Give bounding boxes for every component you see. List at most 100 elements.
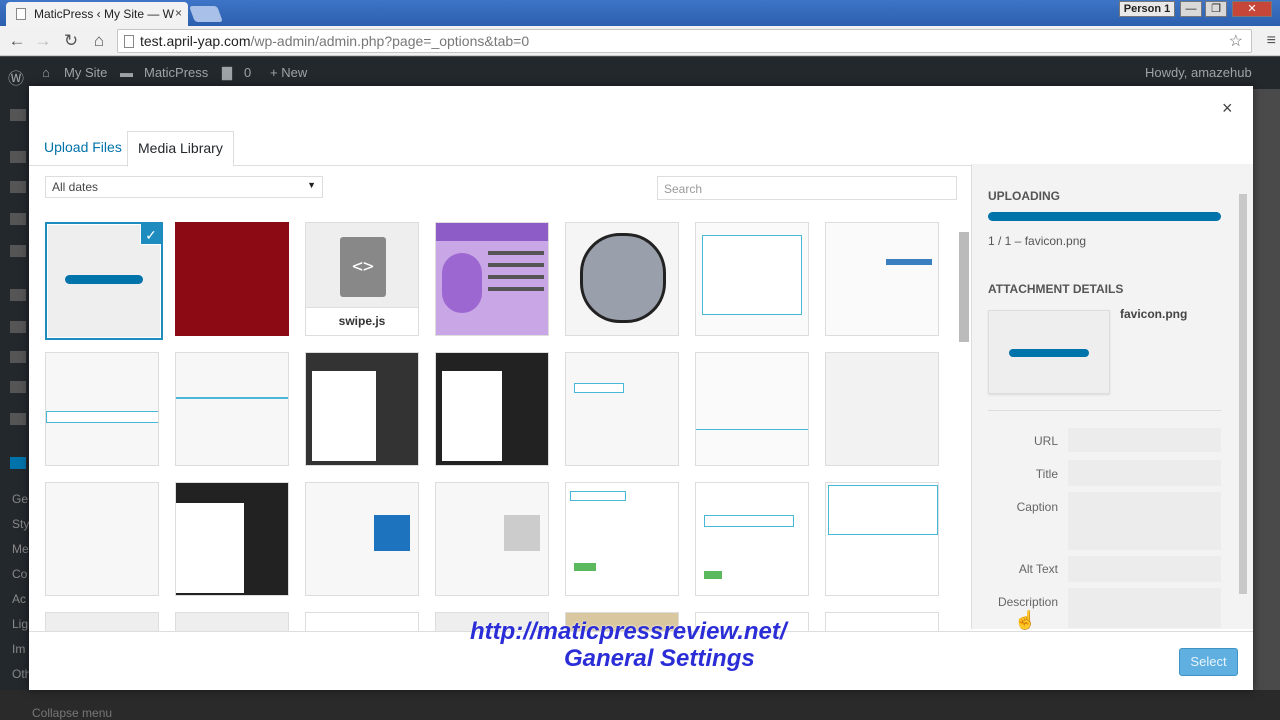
sidebar-fragment[interactable]: Ac xyxy=(12,592,26,606)
media-item-screenshot-dark[interactable] xyxy=(305,352,419,466)
media-item-screenshot[interactable] xyxy=(695,482,809,596)
maticpress-menu-icon[interactable] xyxy=(10,457,26,469)
forward-icon[interactable]: → xyxy=(32,30,54,52)
tools-icon[interactable] xyxy=(10,381,26,393)
caption-field[interactable] xyxy=(1068,492,1221,550)
attachment-filename: favicon.png xyxy=(1120,307,1188,321)
media-item-screenshot[interactable] xyxy=(435,482,549,596)
home-site-icon: ⌂ xyxy=(42,65,50,80)
users-icon[interactable] xyxy=(10,351,26,363)
attachment-sidebar: Uploading 1 / 1 – favicon.png Attachment… xyxy=(971,164,1253,629)
sidebar-fragment[interactable]: Sty xyxy=(12,517,29,531)
media-item-red[interactable] xyxy=(175,222,289,336)
media-item-screenshot[interactable] xyxy=(565,482,679,596)
details-scrollbar-thumb[interactable] xyxy=(1239,194,1247,594)
title-label: Title xyxy=(1035,467,1058,481)
media-item-screenshot[interactable] xyxy=(695,222,809,336)
media-item-screenshot-dark[interactable] xyxy=(435,352,549,466)
screenshot-button xyxy=(886,259,932,265)
tab-upload-files[interactable]: Upload Files xyxy=(44,139,122,155)
home-icon[interactable]: ⌂ xyxy=(88,30,110,52)
media-item-screenshot[interactable] xyxy=(305,482,419,596)
description-field[interactable] xyxy=(1068,588,1221,628)
upload-progress-bar xyxy=(988,212,1221,221)
page-icon xyxy=(16,8,26,20)
wp-admin-bar: Ⓦ ⌂ My Site ▬ MaticPress ▇ 0 + New Howdy… xyxy=(0,57,1280,89)
poster-text-line xyxy=(488,275,544,279)
attachment-preview xyxy=(988,310,1110,394)
screenshot-frame xyxy=(702,235,802,315)
admin-bar-site[interactable]: My Site xyxy=(64,65,107,80)
title-field[interactable] xyxy=(1068,460,1221,486)
collapse-menu[interactable]: Collapse menu xyxy=(32,706,112,720)
minimize-icon[interactable]: — xyxy=(1180,1,1202,17)
media-item-screenshot[interactable] xyxy=(695,352,809,466)
media-item-favicon[interactable]: ✓ xyxy=(45,222,163,340)
new-tab-button[interactable] xyxy=(189,6,223,22)
sidebar-fragment[interactable]: Co xyxy=(12,567,27,581)
url-path: /wp-admin/admin.php?page=_options&tab=0 xyxy=(250,33,530,49)
window-close-icon[interactable]: ✕ xyxy=(1232,1,1272,17)
back-icon[interactable]: ← xyxy=(6,30,28,52)
browser-menu-icon[interactable]: ≡ xyxy=(1267,32,1276,50)
poster-banner xyxy=(436,223,548,241)
select-button[interactable]: Select xyxy=(1179,648,1238,676)
selected-check-icon[interactable]: ✓ xyxy=(140,224,161,245)
appearance-icon[interactable] xyxy=(10,289,26,301)
address-bar[interactable]: test.april-yap.com/wp-admin/admin.php?pa… xyxy=(117,29,1252,53)
date-filter-select[interactable]: All dates ▼ xyxy=(45,176,323,198)
screenshot-button xyxy=(574,563,596,571)
media-item-partial[interactable] xyxy=(45,612,159,632)
wp-sidebar: Ge Sty Me Co Ac Lig Im Oth xyxy=(0,89,31,720)
browser-tab[interactable]: MaticPress ‹ My Site — W × xyxy=(6,2,188,26)
tab-media-library[interactable]: Media Library xyxy=(127,131,234,167)
sidebar-fragment[interactable]: Ge xyxy=(12,492,28,506)
media-item-partial[interactable] xyxy=(175,612,289,632)
media-item-partial[interactable] xyxy=(825,612,939,632)
bookmark-star-icon[interactable]: ☆ xyxy=(1229,31,1243,51)
comments-count: 0 xyxy=(244,65,252,80)
media-item-screenshot[interactable] xyxy=(565,352,679,466)
grid-scrollbar-thumb[interactable] xyxy=(959,232,969,342)
screenshot-button xyxy=(704,571,722,579)
url-field[interactable] xyxy=(1068,428,1221,452)
sidebar-fragment[interactable]: Lig xyxy=(12,617,28,631)
media-item-hippo-poster[interactable] xyxy=(435,222,549,336)
media-item-screenshot[interactable] xyxy=(825,352,939,466)
plugins-icon[interactable] xyxy=(10,321,26,333)
media-item-screenshot[interactable] xyxy=(825,222,939,336)
maximize-icon[interactable]: ❐ xyxy=(1205,1,1227,17)
media-search-input[interactable]: Search xyxy=(657,176,957,200)
media-item-screenshot[interactable] xyxy=(825,482,939,596)
comments-menu-icon[interactable] xyxy=(10,245,26,257)
wordpress-logo-icon[interactable]: Ⓦ xyxy=(8,65,24,89)
admin-bar-new[interactable]: + New xyxy=(270,65,307,80)
modal-close-icon[interactable]: × xyxy=(1222,98,1233,119)
dashboard-icon[interactable] xyxy=(10,109,26,121)
reload-icon[interactable]: ↻ xyxy=(60,30,82,52)
media-item-swipe-js[interactable]: <> swipe.js xyxy=(305,222,419,336)
media-item-hippo[interactable] xyxy=(565,222,679,336)
alt-text-field[interactable] xyxy=(1068,556,1221,582)
sidebar-fragment[interactable]: Im xyxy=(12,642,25,656)
admin-bar-plugin[interactable]: MaticPress xyxy=(144,65,208,80)
media-item-screenshot-dark[interactable] xyxy=(175,482,289,596)
tab-close-icon[interactable]: × xyxy=(175,6,182,20)
details-scrollbar[interactable] xyxy=(1239,180,1249,624)
uploading-heading: Uploading xyxy=(988,189,1060,203)
sidebar-fragment[interactable]: Me xyxy=(12,542,29,556)
profile-badge[interactable]: Person 1 xyxy=(1119,1,1175,17)
media-item-screenshot[interactable] xyxy=(175,352,289,466)
media-item-screenshot[interactable] xyxy=(45,482,159,596)
media-item-partial[interactable] xyxy=(305,612,419,632)
admin-bar-howdy[interactable]: Howdy, amazehub xyxy=(1145,65,1252,80)
grid-scrollbar[interactable] xyxy=(959,222,969,632)
media-item-screenshot[interactable] xyxy=(45,352,159,466)
media-icon[interactable] xyxy=(10,181,26,193)
url-label: URL xyxy=(1033,434,1058,448)
comments-icon[interactable]: ▇ xyxy=(222,65,232,81)
settings-icon[interactable] xyxy=(10,413,26,425)
posts-icon[interactable] xyxy=(10,151,26,163)
browser-titlebar: MaticPress ‹ My Site — W × Person 1 — ❐ … xyxy=(0,0,1280,26)
pages-icon[interactable] xyxy=(10,213,26,225)
